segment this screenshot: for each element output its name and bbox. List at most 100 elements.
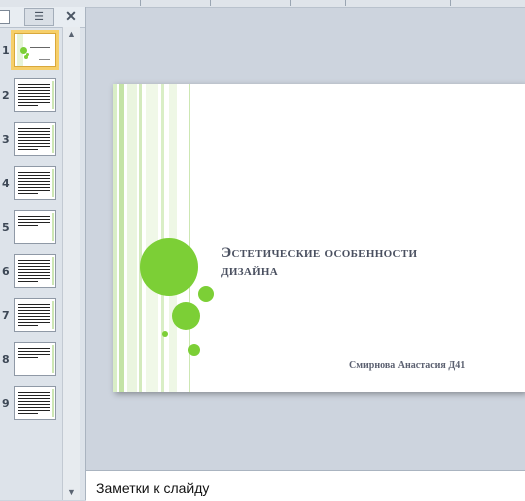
slide-title[interactable]: Эстетические особенности дизайна (221, 244, 511, 280)
thumb-text-line (18, 87, 50, 88)
slide-thumbnail[interactable] (14, 210, 56, 244)
slide-title-line: Эстетические особенности (221, 245, 418, 261)
slides-pane-header: ☰ ✕ (0, 7, 85, 28)
slide-thumbnail[interactable] (14, 386, 56, 420)
decor-circle (188, 344, 200, 356)
thumb-accent-bar (52, 257, 54, 285)
thumb-text-line (18, 140, 50, 141)
thumb-text-line (18, 281, 38, 282)
slide-number: 8 (2, 353, 10, 366)
slide-thumbnail-row[interactable]: 8 (0, 342, 62, 382)
thumb-text-line (18, 269, 50, 270)
slide-thumbnail[interactable] (14, 166, 56, 200)
thumb-text-line (18, 93, 50, 94)
slide-thumbnail[interactable] (14, 33, 56, 67)
notes-pane[interactable]: Заметки к слайду (86, 470, 525, 501)
slide-thumbnail[interactable] (14, 78, 56, 112)
slide-thumbnail-row[interactable]: 7 (0, 298, 62, 338)
thumb-text-line (18, 307, 50, 308)
slide-number: 6 (2, 265, 10, 278)
slide-canvas[interactable]: Эстетические особенности дизайна Смирнов… (113, 84, 525, 392)
thumb-text-line (18, 395, 50, 396)
scroll-down-icon[interactable]: ▼ (63, 485, 80, 500)
thumb-text-line (18, 96, 50, 97)
slide-number: 9 (2, 397, 10, 410)
thumb-text-line (18, 184, 50, 185)
slide-thumbnail-row[interactable]: 3 (0, 122, 62, 162)
ruler-tick (345, 0, 346, 6)
slide-title-line: дизайна (221, 263, 279, 279)
thumb-text-line (18, 354, 50, 355)
slide-subtitle[interactable]: Смирнова Анастасия Д41 (349, 360, 465, 371)
slide-thumbnail[interactable] (14, 298, 56, 332)
thumb-text-line (18, 351, 50, 352)
thumb-text-line (18, 272, 50, 273)
slide-thumbnail[interactable] (14, 342, 56, 376)
slide-number: 5 (2, 221, 10, 234)
slide-thumbnail[interactable] (14, 254, 56, 288)
decor-stripe (119, 84, 124, 392)
thumb-text-line (18, 348, 50, 349)
thumb-text-line (18, 128, 50, 129)
thumb-text-line (18, 392, 50, 393)
decor-circle-small (162, 331, 168, 337)
close-icon[interactable]: ✕ (64, 8, 78, 24)
thumb-text-line (18, 90, 50, 91)
thumb-text-line (18, 316, 50, 317)
thumb-text-line (18, 172, 50, 173)
thumb-text-line (18, 149, 38, 150)
slide-thumbnail-row[interactable]: 2 (0, 78, 62, 118)
slide-thumbnail-row[interactable]: 1 (0, 33, 62, 73)
notes-placeholder: Заметки к слайду (96, 480, 210, 496)
thumb-accent-bar (52, 389, 54, 417)
thumb-circle (24, 55, 28, 59)
thumb-text-line (18, 313, 50, 314)
slides-pane: ☰ ✕ 1 2 3 4 5 6 7 8 9 ▲ ▼ (0, 7, 86, 500)
decor-stripe (113, 84, 117, 392)
thumb-text-line (18, 99, 50, 100)
thumb-accent-bar (52, 345, 54, 373)
thumb-text-line (18, 407, 50, 408)
outline-tab[interactable]: ☰ (24, 8, 54, 26)
slide-number: 4 (2, 177, 10, 190)
thumb-text-line (18, 137, 50, 138)
slide-thumbnail-row[interactable]: 5 (0, 210, 62, 250)
slide-thumbnail[interactable] (14, 122, 56, 156)
thumb-text-line (18, 310, 50, 311)
ruler-tick (450, 0, 451, 6)
thumb-text-line (18, 181, 50, 182)
slide-thumbnail-row[interactable]: 6 (0, 254, 62, 294)
thumb-text-line (18, 357, 38, 358)
slide-thumbnail-row[interactable]: 9 (0, 386, 62, 426)
thumb-text-line (18, 131, 50, 132)
thumb-text-line (18, 263, 50, 264)
thumb-text-line (39, 59, 50, 60)
thumb-text-line (18, 216, 50, 217)
decor-stripe (127, 84, 137, 392)
thumb-text-line (18, 193, 38, 194)
slide-number: 1 (2, 44, 10, 57)
slide-number: 2 (2, 89, 10, 102)
thumb-text-line (18, 398, 50, 399)
thumb-accent-bar (52, 125, 54, 153)
thumb-text-line (18, 304, 50, 305)
thumb-text-line (18, 410, 50, 411)
slide-thumbnail-row[interactable]: 4 (0, 166, 62, 206)
thumb-text-line (30, 47, 50, 48)
thumb-text-line (18, 266, 50, 267)
ruler-tick (140, 0, 141, 6)
scroll-up-icon[interactable]: ▲ (63, 27, 80, 42)
thumb-text-line (18, 105, 38, 106)
decor-circle (198, 286, 214, 302)
slides-tab[interactable] (0, 10, 10, 24)
ruler-tick (210, 0, 211, 6)
decor-stripe (146, 84, 158, 392)
slide-number: 3 (2, 133, 10, 146)
thumb-text-line (18, 187, 50, 188)
slides-pane-scrollbar[interactable]: ▲ ▼ (62, 27, 80, 500)
thumb-accent-bar (52, 81, 54, 109)
thumb-text-line (18, 146, 50, 147)
thumb-text-line (18, 102, 50, 103)
thumb-accent-bar (52, 213, 54, 241)
thumb-text-line (18, 190, 50, 191)
